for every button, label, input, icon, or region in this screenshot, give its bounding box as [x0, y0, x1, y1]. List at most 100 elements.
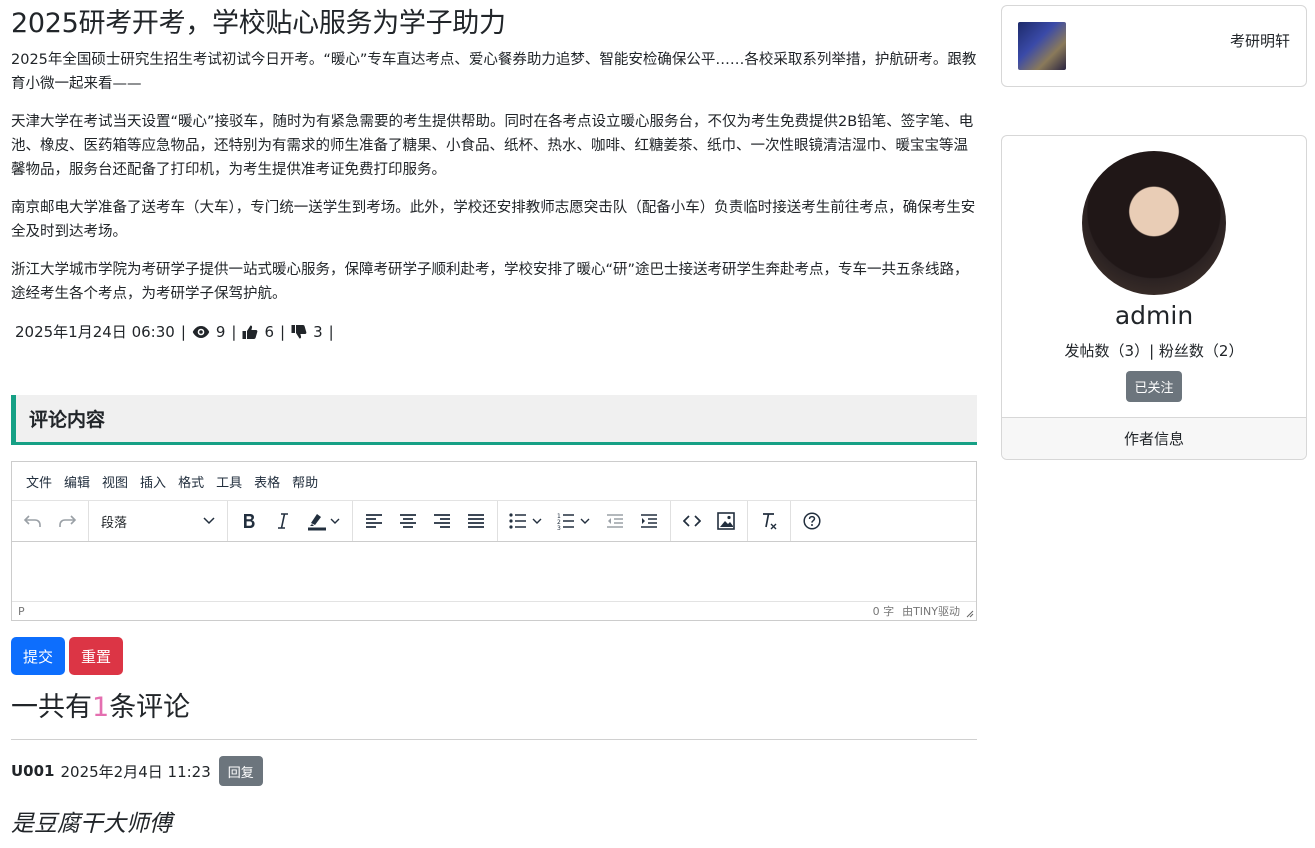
follow-button[interactable]: 已关注 — [1126, 371, 1182, 402]
outdent-button[interactable] — [598, 504, 632, 538]
blog-card: 考研明轩 — [1001, 5, 1307, 87]
main-content: 2025研考开考，学校贴心服务为学子助力 2025年全国硕士研究生招生考试初试今… — [11, 0, 977, 838]
comments-heading-label: 评论内容 — [29, 409, 106, 431]
align-left-icon — [366, 514, 382, 528]
help-group — [791, 501, 833, 541]
branding-link[interactable]: 由TINY驱动 — [902, 603, 960, 619]
comment-time: 2025年2月4日 11:23 — [60, 762, 211, 781]
article-meta: 2025年1月24日 06:30 | 9 | 6 | 3 | — [15, 321, 977, 342]
align-justify-icon — [468, 514, 484, 528]
remove-format-icon — [763, 513, 777, 530]
bold-icon — [244, 514, 255, 528]
align-right-icon — [434, 514, 450, 528]
numbered-list-icon: 123 — [557, 513, 590, 530]
blog-name[interactable]: 考研明轩 — [1230, 30, 1290, 51]
highlighter-icon — [308, 514, 340, 531]
bold-button[interactable] — [232, 504, 266, 538]
clear-format-button[interactable] — [752, 504, 786, 538]
comment-count-prefix: 一共有 — [11, 692, 92, 723]
article-paragraph: 浙江大学城市学院为考研学子提供一站式暖心服务，保障考研学子顺利赴考，学校安排了暖… — [11, 262, 969, 302]
help-button[interactable] — [795, 504, 829, 538]
block-format-value: 段落 — [101, 515, 128, 531]
author-stats: 发帖数（3）| 粉丝数（2） — [1064, 342, 1244, 360]
indent-button[interactable] — [632, 504, 666, 538]
italic-icon — [278, 513, 288, 529]
editor-statusbar: P 0 字 由TINY驱动 — [12, 601, 976, 620]
view-count: 9 — [215, 322, 226, 341]
dislike-count: 3 — [313, 322, 323, 341]
avatar[interactable] — [1082, 151, 1226, 295]
thumbs-down-icon[interactable] — [291, 323, 307, 341]
author-card: admin 发帖数（3）| 粉丝数（2） 已关注 作者信息 — [1001, 135, 1307, 460]
bullet-list-icon — [509, 513, 542, 529]
reply-button[interactable]: 回复 — [218, 756, 263, 786]
chevron-down-icon — [203, 517, 215, 525]
menu-insert[interactable]: 插入 — [140, 472, 166, 491]
align-group — [353, 501, 498, 541]
align-center-icon — [400, 514, 416, 528]
code-button[interactable] — [675, 504, 709, 538]
editor-content-area[interactable] — [12, 542, 976, 604]
comment-header: U001 2025年2月4日 11:23 回复 — [11, 756, 977, 786]
menu-format[interactable]: 格式 — [178, 472, 204, 491]
menu-tools[interactable]: 工具 — [216, 472, 242, 491]
article-paragraph: 天津大学在考试当天设置“暖心”接驳车，随时为有紧急需要的考生提供帮助。同时在各考… — [11, 114, 974, 178]
outdent-icon — [607, 514, 623, 528]
menu-table[interactable]: 表格 — [254, 472, 280, 491]
clear-group — [748, 501, 791, 541]
comment-editor: 文件 编辑 视图 插入 格式 工具 表格 帮助 段落 1 2 3 P 0 字 由… — [11, 461, 977, 621]
comment-user: U001 — [11, 762, 55, 780]
bullet-list-button[interactable] — [502, 504, 550, 538]
redo-icon — [59, 515, 77, 527]
image-icon — [717, 512, 735, 530]
comment-text: 是豆腐干大师傅 — [11, 811, 172, 837]
image-button[interactable] — [709, 504, 743, 538]
insert-group — [671, 501, 748, 541]
align-left-button[interactable] — [357, 504, 391, 538]
submit-button[interactable]: 提交 — [11, 637, 66, 675]
comment-count: 一共有1条评论 — [11, 691, 977, 725]
history-group — [12, 501, 89, 541]
comments-heading: 评论内容 — [11, 395, 977, 445]
indent-icon — [641, 514, 657, 528]
code-icon — [683, 515, 701, 527]
highlight-color-button[interactable] — [300, 504, 348, 538]
align-right-button[interactable] — [425, 504, 459, 538]
align-center-button[interactable] — [391, 504, 425, 538]
sidebar: 考研明轩 admin 发帖数（3）| 粉丝数（2） 已关注 作者信息 — [1001, 5, 1307, 460]
resize-handle-icon[interactable] — [966, 610, 974, 618]
redo-button[interactable] — [50, 504, 84, 538]
menu-edit[interactable]: 编辑 — [64, 472, 90, 491]
numbered-list-button[interactable]: 123 — [550, 504, 598, 538]
article-paragraph: 2025年全国硕士研究生招生考试初试今日开考。“暖心”专车直达考点、爱心餐券助力… — [11, 52, 977, 92]
thumbs-up-icon[interactable] — [242, 323, 258, 341]
publish-date: 2025年1月24日 06:30 — [15, 323, 175, 341]
like-count: 6 — [264, 322, 275, 341]
format-group — [228, 501, 353, 541]
eye-icon — [192, 323, 210, 341]
undo-button[interactable] — [16, 504, 50, 538]
italic-button[interactable] — [266, 504, 300, 538]
help-icon — [803, 512, 821, 530]
element-path[interactable]: P — [18, 605, 25, 618]
align-justify-button[interactable] — [459, 504, 493, 538]
menu-help[interactable]: 帮助 — [292, 472, 318, 491]
author-info-label: 作者信息 — [1123, 430, 1184, 448]
article-paragraph: 南京邮电大学准备了送考车（大车），专门统一送学生到考场。此外，学校还安排教师志愿… — [11, 200, 976, 240]
article-title: 2025研考开考，学校贴心服务为学子助力 — [11, 8, 506, 39]
blog-thumbnail[interactable] — [1018, 22, 1066, 70]
editor-menubar: 文件 编辑 视图 插入 格式 工具 表格 帮助 — [12, 462, 976, 501]
word-count[interactable]: 0 字 — [873, 603, 895, 619]
blocks-group: 段落 — [89, 501, 228, 541]
menu-view[interactable]: 视图 — [102, 472, 128, 491]
divider — [11, 739, 977, 740]
reset-button[interactable]: 重置 — [69, 637, 124, 675]
menu-file[interactable]: 文件 — [26, 472, 52, 491]
comment-count-suffix: 条评论 — [109, 692, 191, 723]
author-card-footer: 作者信息 — [1002, 417, 1306, 459]
comment-actions: 提交 重置 — [11, 637, 977, 675]
undo-icon — [23, 515, 41, 527]
block-format-select[interactable]: 段落 — [93, 504, 223, 538]
comment-count-number: 1 — [92, 692, 110, 723]
separator: | — [180, 322, 186, 341]
